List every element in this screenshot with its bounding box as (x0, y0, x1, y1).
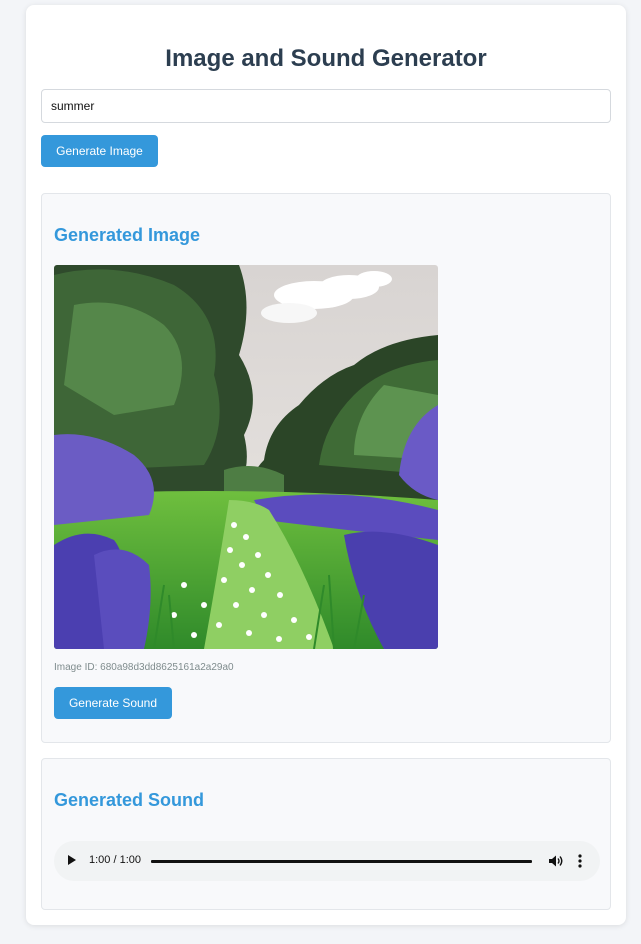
generator-card: Image and Sound Generator Generate Image… (26, 5, 626, 925)
generated-image-heading: Generated Image (54, 225, 201, 245)
generate-sound-button[interactable]: Generate Sound (54, 687, 172, 719)
generated-sound-heading: Generated Sound (54, 790, 205, 810)
generated-image-panel: Generated Image Image ID: 680a98d3dd8625… (41, 193, 611, 743)
audio-time-readout: 1:00 / 1:00 (89, 854, 141, 866)
more-vertical-icon[interactable] (575, 853, 585, 869)
image-id-label: Image ID: 680a98d3dd8625161a2a29a0 (54, 662, 234, 673)
generate-image-button[interactable]: Generate Image (41, 135, 158, 167)
volume-icon[interactable] (548, 854, 564, 868)
audio-player: 1:00 / 1:00 (54, 841, 600, 881)
audio-seek-bar[interactable] (151, 860, 532, 863)
audio-seek-fill (151, 860, 532, 863)
page-title: Image and Sound Generator (165, 45, 487, 72)
generated-image (54, 265, 438, 649)
prompt-input[interactable] (41, 89, 611, 123)
generated-sound-panel: Generated Sound 1:00 / 1:00 (41, 758, 611, 910)
play-icon[interactable] (68, 855, 76, 865)
